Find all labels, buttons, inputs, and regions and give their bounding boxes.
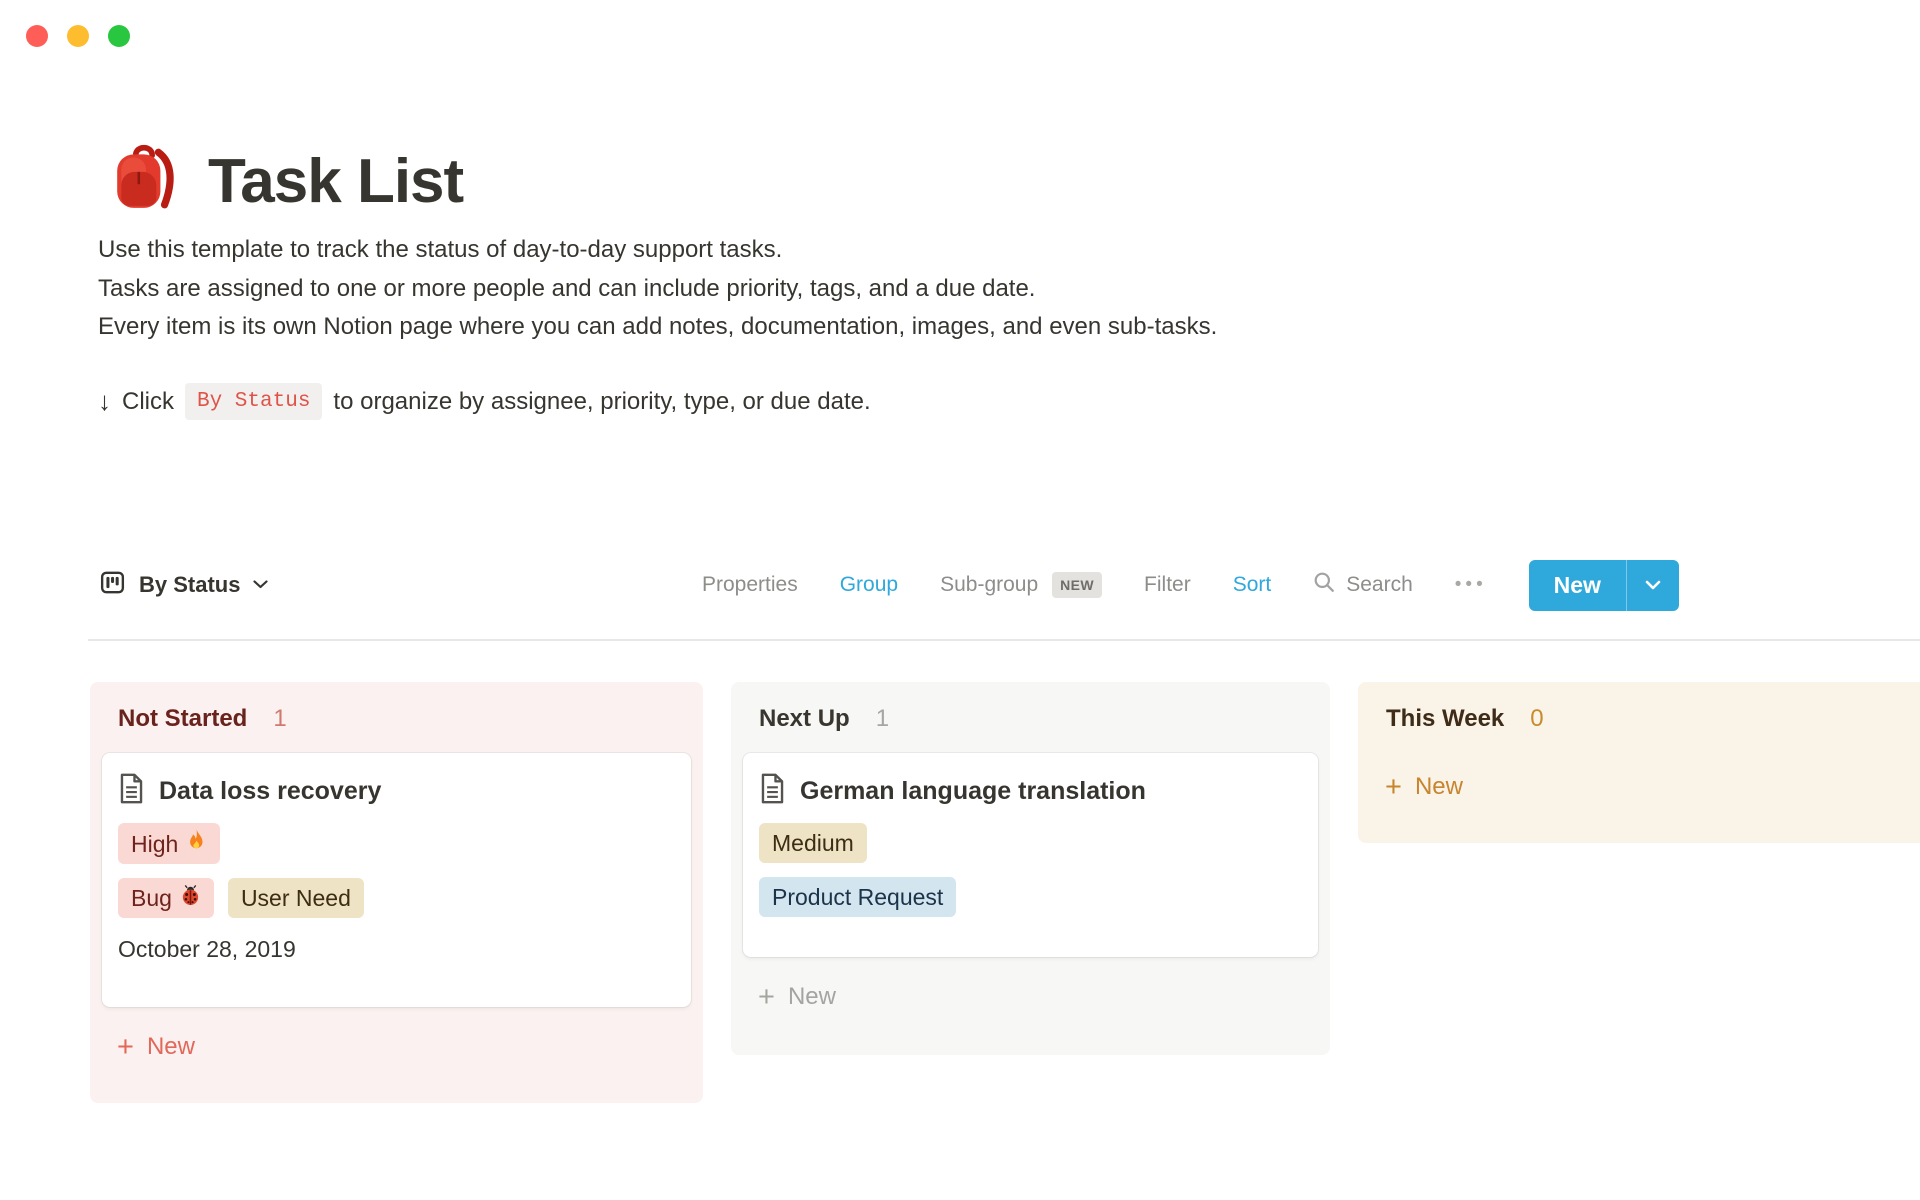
column-header[interactable]: This Week 0 [1358, 682, 1920, 733]
tag-label: High [131, 829, 178, 859]
column-title: Next Up [759, 705, 850, 733]
add-card-button[interactable]: + New [1385, 773, 1920, 801]
page-title: Task List [208, 147, 463, 217]
tag-product-request[interactable]: Product Request [759, 877, 956, 917]
search-label: Search [1346, 573, 1413, 597]
column-header[interactable]: Next Up 1 [731, 682, 1330, 733]
column-count: 1 [273, 705, 286, 733]
new-button-dropdown[interactable] [1627, 560, 1679, 611]
toolbar-divider [88, 639, 1920, 641]
column-header[interactable]: Not Started 1 [90, 682, 703, 733]
hint-text-pre: Click [122, 388, 174, 416]
zoom-icon[interactable] [108, 25, 130, 47]
add-card-button[interactable]: + New [117, 1033, 703, 1061]
group-button[interactable]: Group [840, 573, 898, 597]
down-arrow-icon: ↓ [98, 386, 111, 417]
search-button[interactable]: Search [1313, 571, 1413, 600]
filter-button[interactable]: Filter [1144, 573, 1191, 597]
add-card-label: New [788, 983, 836, 1011]
tag-bug[interactable]: Bug [118, 878, 214, 918]
more-options-button[interactable]: ••• [1455, 574, 1487, 596]
sort-button[interactable]: Sort [1233, 573, 1272, 597]
tag-user-need[interactable]: User Need [228, 878, 364, 918]
board-column-next-up: Next Up 1 German language translation [731, 682, 1330, 1055]
tag-high[interactable]: High [118, 823, 220, 864]
plus-icon: + [758, 985, 775, 1009]
by-status-code-chip: By Status [185, 383, 322, 420]
column-title: This Week [1386, 705, 1504, 733]
window-controls [26, 25, 130, 47]
plus-icon: + [117, 1035, 134, 1059]
board-view-icon [99, 569, 126, 601]
plus-icon: + [1385, 775, 1402, 799]
add-card-label: New [1415, 773, 1463, 801]
add-card-button[interactable]: + New [758, 983, 1330, 1011]
view-switcher-label: By Status [139, 572, 240, 598]
page-icon [759, 773, 786, 809]
tag-medium[interactable]: Medium [759, 823, 867, 863]
fire-icon [186, 828, 207, 859]
new-button-label: New [1529, 560, 1626, 611]
card-german-language-translation[interactable]: German language translation Medium Produ… [743, 753, 1318, 957]
tag-label: Bug [131, 883, 172, 913]
page-icon [118, 773, 145, 809]
view-toolbar: Properties Group Sub-group NEW Filter So… [702, 562, 1679, 608]
subgroup-label: Sub-group [940, 573, 1038, 597]
board-column-not-started: Not Started 1 Data loss recovery [90, 682, 703, 1103]
bug-icon [180, 883, 201, 913]
card-title: German language translation [800, 777, 1146, 806]
card-data-loss-recovery[interactable]: Data loss recovery High Bug [102, 753, 691, 1007]
card-due-date: October 28, 2019 [118, 936, 675, 963]
close-icon[interactable] [26, 25, 48, 47]
new-button[interactable]: New [1529, 560, 1679, 611]
properties-button[interactable]: Properties [702, 573, 798, 597]
description-line: Use this template to track the status of… [98, 231, 1217, 270]
tag-label: Product Request [772, 882, 943, 912]
new-feature-badge: NEW [1052, 572, 1102, 598]
view-switcher-by-status[interactable]: By Status [99, 562, 268, 608]
board-column-this-week: This Week 0 + New [1358, 682, 1920, 843]
hint-line: ↓ Click By Status to organize by assigne… [98, 383, 871, 420]
chevron-down-icon [253, 576, 268, 594]
subgroup-button[interactable]: Sub-group NEW [940, 572, 1102, 598]
tag-label: Medium [772, 828, 854, 858]
column-count: 1 [876, 705, 889, 733]
backpack-icon [112, 142, 180, 217]
column-count: 0 [1530, 705, 1543, 733]
search-icon [1313, 571, 1336, 600]
hint-text-post: to organize by assignee, priority, type,… [333, 388, 870, 416]
description-line: Tasks are assigned to one or more people… [98, 270, 1217, 309]
card-title: Data loss recovery [159, 777, 381, 806]
tag-label: User Need [241, 883, 351, 913]
minimize-icon[interactable] [67, 25, 89, 47]
add-card-label: New [147, 1033, 195, 1061]
column-title: Not Started [118, 705, 247, 733]
description-line: Every item is its own Notion page where … [98, 308, 1217, 347]
page-description: Use this template to track the status of… [98, 231, 1217, 347]
page-header: Task List [112, 142, 463, 217]
notion-window: Task List Use this template to track the… [0, 0, 1920, 1200]
